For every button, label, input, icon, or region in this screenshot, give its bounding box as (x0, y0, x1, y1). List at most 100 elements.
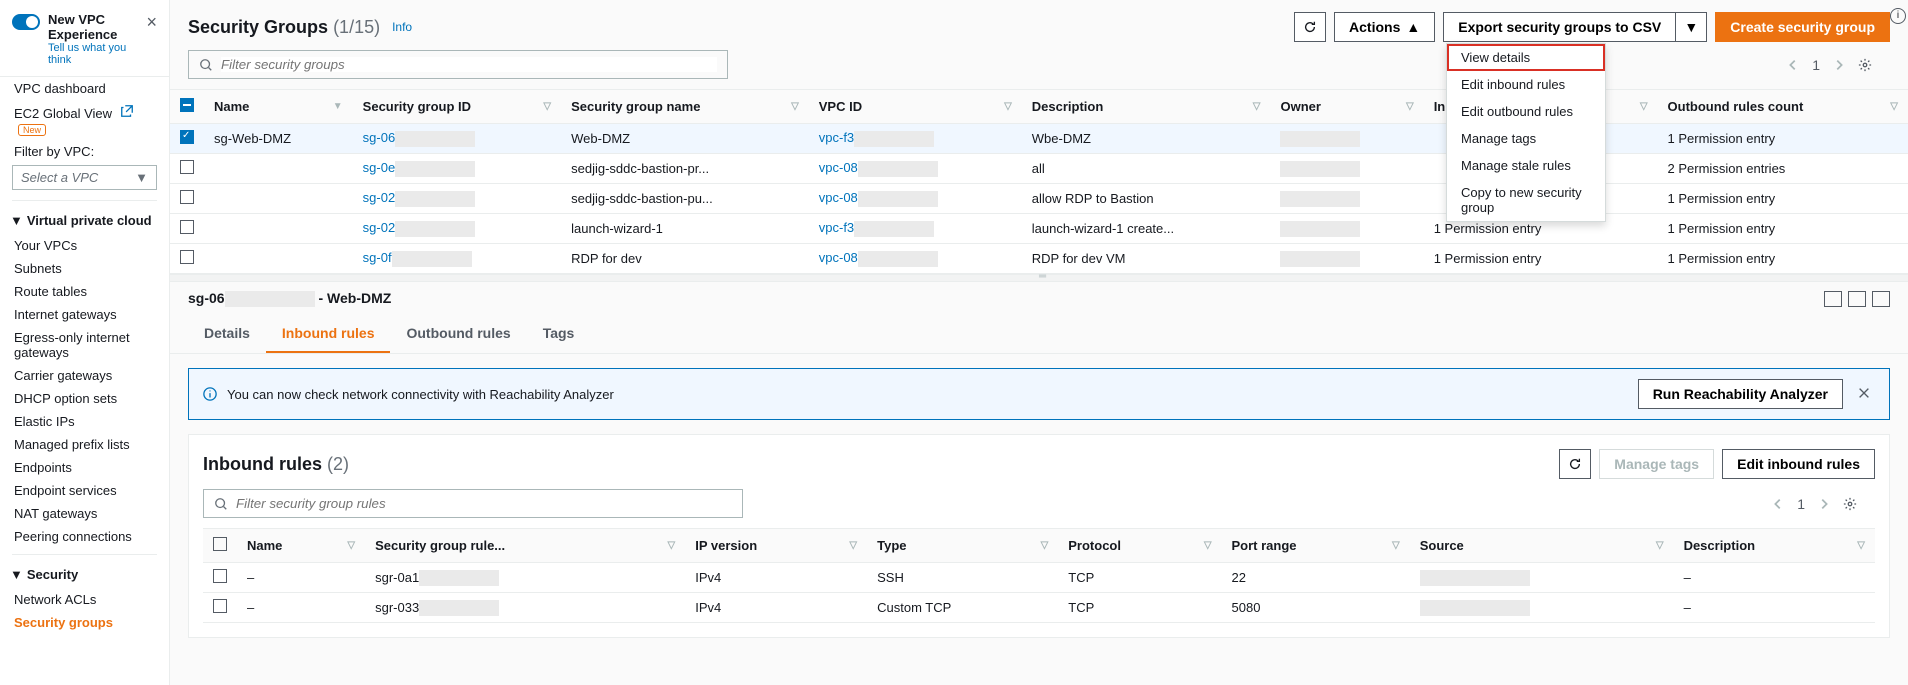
actions-dropdown: View detailsEdit inbound rulesEdit outbo… (1446, 43, 1606, 222)
chevron-down-icon: ▼ (10, 213, 23, 228)
manage-tags-button: Manage tags (1599, 449, 1714, 479)
new-experience-toggle[interactable] (12, 14, 40, 30)
table-row[interactable]: –sgr-0a1IPv4SSHTCP22– (203, 563, 1875, 593)
refresh-button[interactable] (1559, 449, 1591, 479)
tab-tags[interactable]: Tags (527, 315, 591, 353)
create-security-group-button[interactable]: Create security group (1715, 12, 1890, 42)
next-page-icon[interactable] (1832, 58, 1846, 72)
sidebar-item-route-tables[interactable]: Route tables (0, 280, 169, 303)
refresh-button[interactable] (1294, 12, 1326, 42)
search-input[interactable] (188, 50, 728, 79)
close-icon[interactable]: × (146, 12, 157, 66)
help-icon[interactable]: i (1890, 8, 1906, 24)
column-header[interactable]: Outbound rules count▽ (1658, 90, 1908, 124)
chevron-down-icon: ▼ (10, 567, 23, 582)
search-icon (199, 58, 213, 72)
sidebar-item-your-vpcs[interactable]: Your VPCs (0, 234, 169, 257)
row-checkbox[interactable] (180, 190, 194, 204)
sidebar-item-elastic-ips[interactable]: Elastic IPs (0, 410, 169, 433)
sidebar-item-endpoints[interactable]: Endpoints (0, 456, 169, 479)
sidebar-item-dhcp-option-sets[interactable]: DHCP option sets (0, 387, 169, 410)
sidebar-item-subnets[interactable]: Subnets (0, 257, 169, 280)
column-header[interactable]: IP version▽ (685, 529, 867, 563)
row-checkbox[interactable] (213, 599, 227, 613)
export-dropdown-button[interactable]: ▼ (1675, 12, 1707, 42)
sidebar-item-egress-only-internet-gateways[interactable]: Egress-only internet gateways (0, 326, 169, 364)
view-mode-3-icon[interactable] (1872, 291, 1890, 307)
next-page-icon[interactable] (1817, 497, 1831, 511)
menu-item-manage-tags[interactable]: Manage tags (1447, 125, 1605, 152)
new-badge: New (18, 124, 46, 136)
info-link[interactable]: Info (392, 20, 412, 34)
sidebar-item-peering-connections[interactable]: Peering connections (0, 525, 169, 548)
menu-item-copy-to-new-security-group[interactable]: Copy to new security group (1447, 179, 1605, 221)
table-row[interactable]: sg-0fRDP for devvpc-08RDP for dev VM1 Pe… (170, 244, 1908, 274)
feedback-link[interactable]: Tell us what you think (48, 42, 138, 66)
detail-title: sg-06 - Web-DMZ (188, 290, 391, 307)
column-header[interactable]: Owner▽ (1270, 90, 1423, 124)
sidebar-item-nat-gateways[interactable]: NAT gateways (0, 502, 169, 525)
run-reachability-button[interactable]: Run Reachability Analyzer (1638, 379, 1843, 409)
refresh-icon (1568, 457, 1582, 471)
row-checkbox[interactable] (180, 130, 194, 144)
actions-button[interactable]: Actions ▲ (1334, 12, 1435, 42)
select-all-checkbox[interactable] (180, 98, 194, 112)
table-row[interactable]: sg-02sedjig-sddc-bastion-pu...vpc-08allo… (170, 184, 1908, 214)
sidebar-item-managed-prefix-lists[interactable]: Managed prefix lists (0, 433, 169, 456)
menu-item-view-details[interactable]: View details (1447, 44, 1605, 71)
prev-page-icon[interactable] (1786, 58, 1800, 72)
menu-item-edit-outbound-rules[interactable]: Edit outbound rules (1447, 98, 1605, 125)
close-icon[interactable] (1853, 382, 1875, 407)
tab-inbound-rules[interactable]: Inbound rules (266, 315, 391, 353)
menu-item-manage-stale-rules[interactable]: Manage stale rules (1447, 152, 1605, 179)
gear-icon[interactable] (1858, 58, 1872, 72)
column-header[interactable]: Source▽ (1410, 529, 1674, 563)
view-mode-2-icon[interactable] (1848, 291, 1866, 307)
table-row[interactable]: sg-0esedjig-sddc-bastion-pr...vpc-08all2… (170, 154, 1908, 184)
row-checkbox[interactable] (180, 250, 194, 264)
sidebar-item-internet-gateways[interactable]: Internet gateways (0, 303, 169, 326)
page-number: 1 (1812, 57, 1820, 73)
row-checkbox[interactable] (180, 160, 194, 174)
inbound-rules-panel: Inbound rules (2) Manage tags Edit inbou… (188, 434, 1890, 638)
export-button[interactable]: Export security groups to CSV (1443, 12, 1675, 42)
column-header[interactable]: VPC ID▽ (809, 90, 1022, 124)
security-groups-table: Name▼Security group ID▽Security group na… (170, 89, 1908, 274)
menu-item-edit-inbound-rules[interactable]: Edit inbound rules (1447, 71, 1605, 98)
sidebar-item-endpoint-services[interactable]: Endpoint services (0, 479, 169, 502)
tab-outbound-rules[interactable]: Outbound rules (390, 315, 526, 353)
column-header[interactable]: Description▽ (1022, 90, 1271, 124)
edit-inbound-rules-button[interactable]: Edit inbound rules (1722, 449, 1875, 479)
tab-details[interactable]: Details (188, 315, 266, 353)
rules-search-input[interactable] (203, 489, 743, 518)
sidebar-item-ec2-global-view[interactable]: EC2 Global View New (0, 100, 169, 140)
column-header[interactable]: Description▽ (1674, 529, 1875, 563)
sidebar-item-network-acls[interactable]: Network ACLs (0, 588, 169, 611)
column-header[interactable]: Type▽ (867, 529, 1058, 563)
sidebar-item-security-groups[interactable]: Security groups (0, 611, 169, 634)
column-header[interactable]: Security group ID▽ (353, 90, 561, 124)
sidebar-item-vpc-dashboard[interactable]: VPC dashboard (0, 77, 169, 100)
split-handle[interactable] (170, 274, 1908, 282)
column-header[interactable]: Protocol▽ (1058, 529, 1221, 563)
sidebar-section-vpc[interactable]: ▼ Virtual private cloud (0, 207, 169, 234)
prev-page-icon[interactable] (1771, 497, 1785, 511)
column-header[interactable]: Name▼ (204, 90, 353, 124)
column-header[interactable]: Name▽ (237, 529, 365, 563)
row-checkbox[interactable] (213, 569, 227, 583)
column-header[interactable]: Security group rule...▽ (365, 529, 685, 563)
vpc-filter-select[interactable]: Select a VPC ▼ (12, 165, 157, 190)
column-header[interactable]: Security group name▽ (561, 90, 809, 124)
sidebar-section-security[interactable]: ▼ Security (0, 561, 169, 588)
new-experience-title: New VPC Experience (48, 12, 138, 42)
inbound-rules-table: Name▽Security group rule...▽IP version▽T… (203, 528, 1875, 623)
table-row[interactable]: –sgr-033IPv4Custom TCPTCP5080– (203, 593, 1875, 623)
column-header[interactable]: Port range▽ (1222, 529, 1410, 563)
row-checkbox[interactable] (180, 220, 194, 234)
view-mode-1-icon[interactable] (1824, 291, 1842, 307)
table-row[interactable]: sg-02launch-wizard-1vpc-f3launch-wizard-… (170, 214, 1908, 244)
gear-icon[interactable] (1843, 497, 1857, 511)
table-row[interactable]: sg-Web-DMZsg-06Web-DMZvpc-f3Wbe-DMZ1 Per… (170, 124, 1908, 154)
sidebar-item-carrier-gateways[interactable]: Carrier gateways (0, 364, 169, 387)
select-all-checkbox[interactable] (213, 537, 227, 551)
